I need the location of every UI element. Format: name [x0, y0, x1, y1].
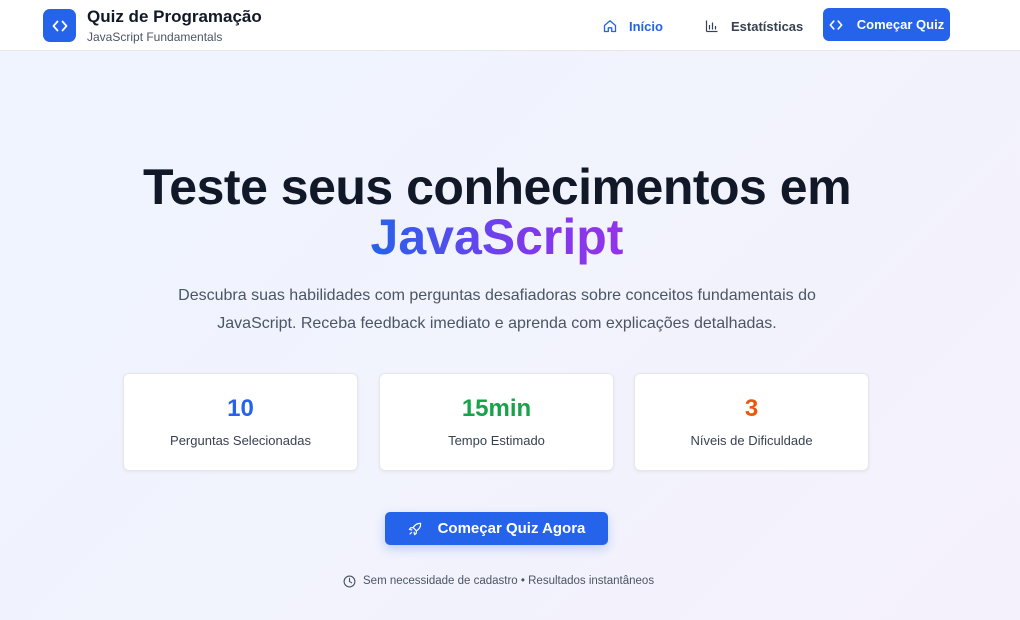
stat-value: 15min [461, 395, 532, 422]
stat-card-difficulty: 3 Níveis de Dificuldade [634, 373, 869, 471]
stat-label: Perguntas Selecionadas [170, 433, 311, 448]
footnote-text: Sem necessidade de cadastro • Resultados… [363, 575, 655, 587]
app-subtitle: JavaScript Fundamentals [87, 30, 223, 44]
stat-value: 3 [744, 395, 759, 422]
app-title: Quiz de Programação [87, 7, 262, 26]
stat-label: Níveis de Dificuldade [690, 433, 813, 448]
stat-card-time: 15min Tempo Estimado [379, 373, 614, 471]
start-quiz-button-label: Começar Quiz [856, 17, 945, 32]
start-quiz-button[interactable]: Começar Quiz [823, 8, 950, 41]
clock-icon [343, 575, 356, 587]
top-nav-bar: Quiz de Programação JavaScript Fundament… [0, 0, 1020, 51]
code-icon [52, 20, 67, 31]
bar-chart-icon [705, 19, 719, 33]
stat-card-questions: 10 Perguntas Selecionadas [123, 373, 358, 471]
home-icon [603, 19, 617, 33]
nav-item-label: Início [629, 18, 663, 34]
start-quiz-now-label: Começar Quiz Agora [437, 520, 586, 537]
code-icon [829, 19, 843, 30]
nav-item-estatisticas[interactable]: Estatísticas [705, 16, 803, 36]
stat-value: 10 [227, 395, 254, 422]
hero-description: Descubra suas habilidades com perguntas … [178, 287, 816, 332]
app-logo[interactable] [43, 9, 76, 42]
start-quiz-now-button[interactable]: Começar Quiz Agora [385, 512, 608, 545]
footnote: Sem necessidade de cadastro • Resultados… [343, 573, 654, 589]
rocket-icon [408, 522, 421, 535]
hero-highlight-text: JavaScript [370, 209, 624, 265]
hero-title-highlight: JavaScript [0, 208, 994, 266]
nav-item-inicio[interactable]: Início [603, 16, 663, 36]
stat-label: Tempo Estimado [448, 433, 545, 448]
nav-item-label: Estatísticas [731, 18, 804, 34]
